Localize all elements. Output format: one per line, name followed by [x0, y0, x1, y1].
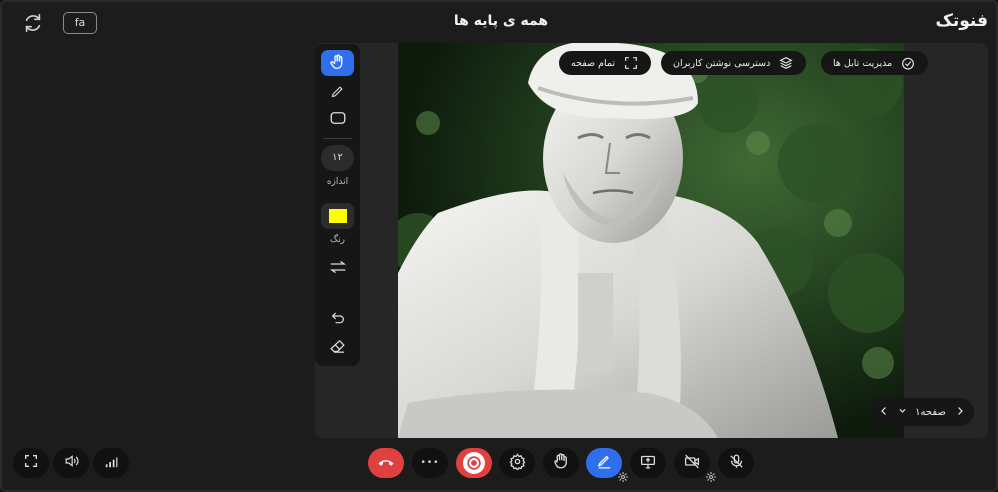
rectangle-tool[interactable] — [321, 105, 354, 131]
hang-up-icon — [377, 454, 395, 473]
page-title: همه ی پایه ها — [453, 13, 549, 29]
page-label[interactable]: صفحه۱ — [915, 407, 946, 418]
color-picker-button[interactable] — [321, 203, 354, 229]
user-writing-access-label: دسترسی نوشتن کاربران — [673, 57, 771, 69]
chevron-right-icon[interactable] — [954, 405, 966, 420]
speaker-icon — [63, 453, 80, 473]
microphone-button[interactable] — [718, 448, 754, 478]
board-management-button[interactable]: مدیریت تابل ها — [821, 51, 929, 75]
board-icon — [900, 55, 916, 71]
layers-icon — [778, 55, 794, 71]
screen-share-button[interactable] — [630, 448, 666, 478]
record-icon — [463, 452, 485, 474]
drawing-toolbar: ۱۲ اندازه رنگ — [315, 44, 360, 366]
whiteboard-settings-icon[interactable] — [617, 468, 629, 482]
hand-pointer-tool[interactable] — [321, 50, 354, 76]
header: fa همه ی پایه ها فنوتک — [2, 2, 996, 42]
signal-icon — [104, 454, 118, 473]
whiteboard-stage: مدیریت تابل ها دسترسی نوشتن کاربران تمام… — [315, 43, 988, 438]
hang-up-button[interactable] — [368, 448, 404, 478]
fullscreen-label: تمام صفحه — [571, 57, 616, 69]
app-window: fa همه ی پایه ها فنوتک مدیریت تابل ها دس… — [0, 0, 998, 492]
color-label: رنگ — [330, 235, 345, 245]
pen-size-label: اندازه — [326, 177, 349, 187]
more-label: ••• — [420, 458, 440, 468]
chevron-down-icon[interactable] — [898, 406, 907, 418]
fullscreen-icon — [623, 55, 639, 71]
pen-icon — [596, 453, 613, 474]
expand-icon — [23, 453, 39, 473]
toolbar-divider — [323, 138, 352, 139]
fullscreen-button[interactable]: تمام صفحه — [559, 51, 652, 75]
pen-size-button[interactable]: ۱۲ — [321, 145, 354, 171]
more-button[interactable]: ••• — [412, 448, 448, 478]
raise-hand-icon — [552, 452, 570, 474]
camera-settings-icon[interactable] — [705, 468, 717, 482]
undo-icon[interactable] — [321, 305, 354, 331]
record-button[interactable] — [456, 448, 492, 478]
settings-icon — [509, 452, 526, 474]
settings-button[interactable] — [499, 448, 535, 478]
page-navigator: صفحه۱ — [870, 398, 974, 426]
raise-hand-button[interactable] — [543, 448, 579, 478]
speaker-button[interactable] — [53, 448, 89, 478]
mic-off-icon — [728, 453, 745, 474]
color-swatch — [328, 209, 347, 223]
brand-logo: فنوتک — [935, 11, 988, 31]
pen-tool[interactable] — [321, 78, 354, 104]
connection-button[interactable] — [93, 448, 129, 478]
chevron-left-icon[interactable] — [878, 405, 890, 420]
user-writing-access-button[interactable]: دسترسی نوشتن کاربران — [661, 51, 807, 75]
expand-button[interactable] — [13, 448, 49, 478]
board-management-label: مدیریت تابل ها — [833, 57, 893, 69]
statue-photo — [398, 43, 904, 438]
swap-icon[interactable] — [321, 254, 354, 280]
screen-share-icon — [639, 453, 657, 474]
camera-off-icon — [683, 453, 701, 474]
eraser-icon[interactable] — [321, 333, 354, 359]
